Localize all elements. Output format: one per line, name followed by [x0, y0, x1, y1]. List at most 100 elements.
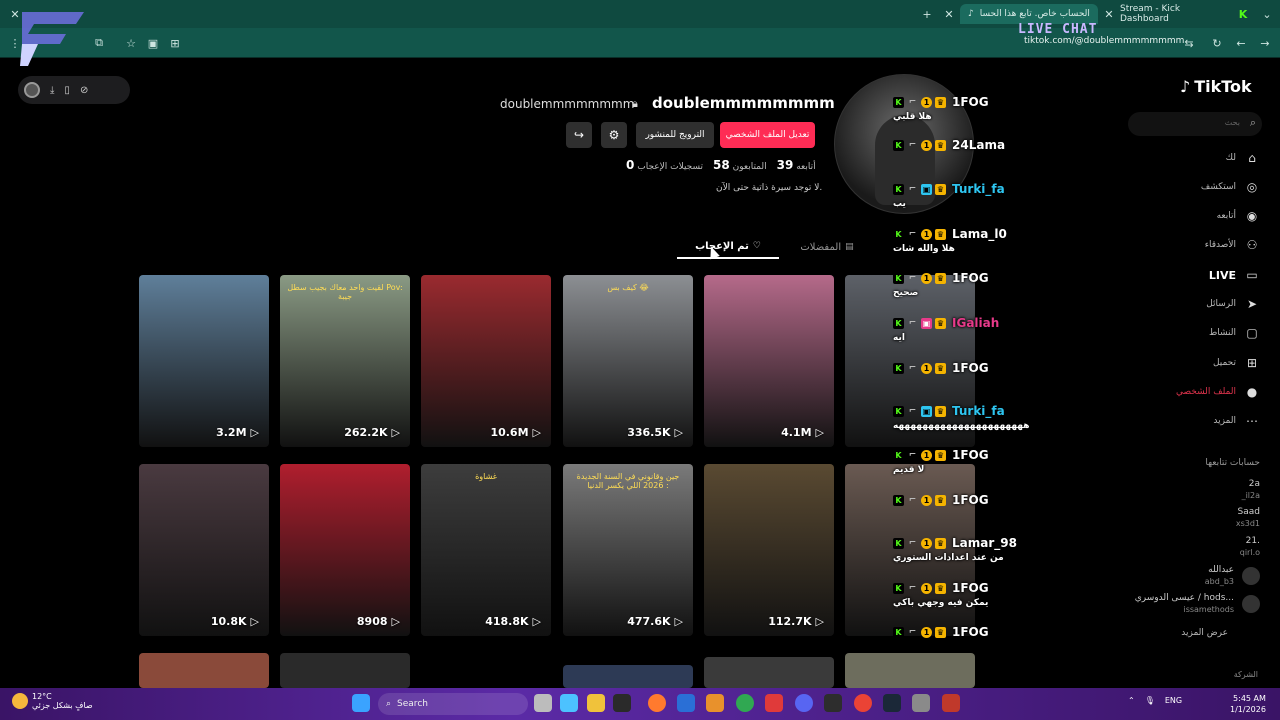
chevron-down-icon[interactable]: ⌄ [1258, 5, 1276, 23]
sidebar-item-activity[interactable]: ▢ النشاط [1209, 323, 1260, 343]
edit-profile-button[interactable]: تعديل الملف الشخصي [720, 122, 815, 148]
url-text[interactable]: tiktok.com/@doublemmmmmmmm [1024, 36, 1184, 46]
outlook-icon[interactable] [677, 694, 695, 712]
app-icon[interactable] [706, 694, 724, 712]
chat-username[interactable]: 1FOG [952, 625, 989, 639]
app-icon[interactable] [765, 694, 783, 712]
chat-username[interactable]: Lama_l0 [952, 227, 1007, 241]
sidebar-item-profile[interactable]: ● الملف الشخصي [1176, 382, 1260, 402]
sidebar-item-explore[interactable]: ◎ استكشف [1201, 177, 1260, 197]
windows-start-icon[interactable] [352, 694, 370, 712]
sidebar-item-messages[interactable]: ➤ الرسائل [1206, 294, 1260, 314]
settings-button[interactable]: ⚙ [601, 122, 627, 148]
mic-icon[interactable]: 🎙︎ [1145, 696, 1155, 705]
app-icon[interactable] [942, 694, 960, 712]
compass-icon[interactable]: ⊘ [80, 85, 88, 96]
app-icon[interactable] [912, 694, 930, 712]
video-thumbnail[interactable]: جين وقانوني في السنة الجديدة 2026 اللي ي… [563, 464, 693, 636]
chevron-up-icon[interactable]: ⌃ [1128, 696, 1135, 705]
chat-username[interactable]: 1FOG [952, 493, 989, 507]
crown-badge-icon: ♛ [935, 582, 946, 594]
video-thumbnail[interactable]: غشاوة 418.8K ▷ [421, 464, 551, 636]
close-tab-icon[interactable]: ✕ [940, 5, 958, 23]
back-icon[interactable]: → [1256, 34, 1274, 52]
promote-post-button[interactable]: الترويج للمنشور [636, 122, 714, 148]
tab-tiktok[interactable]: ♪ هذا الحساب خاص. تابع هذا الحسا [960, 4, 1098, 24]
file-explorer-icon[interactable] [587, 694, 605, 712]
chat-username[interactable]: 1FOG [952, 581, 989, 595]
following-account[interactable]: عيسى الدوسري / hods... issamethods [1135, 590, 1260, 618]
tab-liked[interactable]: تم الإعجاب ♡ [677, 235, 779, 259]
following-stat[interactable]: أتابعه 39 [777, 158, 816, 172]
avatar[interactable] [24, 82, 40, 98]
copilot-icon[interactable] [560, 694, 578, 712]
video-thumbnail[interactable] [139, 653, 269, 688]
video-thumbnail[interactable]: 3.2M ▷ [139, 275, 269, 447]
weather-widget[interactable]: 12°C صافٍ بشكل جزئي [12, 692, 93, 710]
see-more-link[interactable]: عرض المزيد [1181, 628, 1228, 638]
footer-company-link[interactable]: الشركة [1234, 670, 1258, 679]
followers-stat[interactable]: المتابعون 58 [713, 158, 767, 172]
sidebar-item-upload[interactable]: ⊞ تحميل [1213, 353, 1260, 373]
reload-icon[interactable]: ↻ [1208, 34, 1226, 52]
collections-icon[interactable]: ▣ [144, 34, 162, 52]
app-icon[interactable] [824, 694, 842, 712]
language-indicator[interactable]: ENG [1165, 696, 1182, 705]
chat-username[interactable]: 1FOG [952, 448, 989, 462]
view-count-text: 10.6M [490, 426, 529, 439]
share-icon[interactable]: ⊞ [166, 34, 184, 52]
firefox-icon[interactable] [648, 694, 666, 712]
video-thumbnail[interactable]: 112.7K ▷ [704, 464, 834, 636]
sidebar-item-following[interactable]: ◉ أتابعه [1217, 206, 1260, 226]
tab-favorites[interactable]: المفضلات ▤ [792, 235, 862, 259]
video-thumbnail[interactable]: 8908 ▷ [280, 464, 410, 636]
following-account[interactable]: عبدالله abd_b3 [1205, 562, 1260, 590]
video-thumbnail[interactable] [845, 653, 975, 688]
video-thumbnail[interactable] [563, 665, 693, 688]
sidebar-item-live[interactable]: ▭ LIVE [1209, 265, 1260, 285]
chat-username[interactable]: 1FOG [952, 95, 989, 109]
download-icon[interactable]: ⤓ [50, 85, 54, 96]
view-count-text: 336.5K [627, 426, 671, 439]
chat-username[interactable]: 24Lama [952, 138, 1005, 152]
video-thumbnail[interactable]: 10.6M ▷ [421, 275, 551, 447]
sidebar-item-friends[interactable]: ⚇ الأصدقاء [1205, 235, 1260, 255]
task-view-icon[interactable] [534, 694, 552, 712]
sidebar-item-more[interactable]: ⋯ المزيد [1213, 411, 1260, 431]
following-account[interactable]: Saad xs3d1 [1236, 504, 1260, 532]
search-placeholder: بحث [1224, 118, 1240, 127]
video-thumbnail[interactable] [280, 653, 410, 688]
browser-icon[interactable] [854, 694, 872, 712]
following-account[interactable]: 21. qirl.o [1240, 533, 1260, 561]
taskbar-clock[interactable]: 5:45 AM 1/1/2026 [1230, 693, 1266, 715]
video-thumbnail[interactable]: كيف بس 😂 336.5K ▷ [563, 275, 693, 447]
extensions-icon[interactable]: ⧉ [90, 34, 108, 52]
new-tab-icon[interactable]: + [918, 5, 936, 23]
share-profile-button[interactable]: ↪ [566, 122, 592, 148]
video-thumbnail[interactable] [704, 657, 834, 688]
sub-badge-icon: 1 [921, 626, 932, 638]
phone-icon[interactable]: ▯ [64, 85, 70, 96]
chat-username[interactable]: Turki_fa [952, 404, 1005, 418]
discord-icon[interactable] [795, 694, 813, 712]
chat-username[interactable]: IGaliah [952, 316, 999, 330]
chat-username[interactable]: 1FOG [952, 361, 989, 375]
following-account[interactable]: 2a _il2a [1242, 476, 1260, 504]
taskbar-search[interactable]: ⌕ Search [378, 693, 528, 715]
tab-kick[interactable]: Stream - Kick Dashboard [1112, 4, 1232, 24]
chat-username[interactable]: Lamar_98 [952, 536, 1017, 550]
search-icon[interactable]: ⌕ [1250, 116, 1256, 130]
chrome-icon[interactable] [736, 694, 754, 712]
video-thumbnail[interactable]: 4.1M ▷ [704, 275, 834, 447]
video-thumbnail[interactable]: لقيت واحد معاك بجيب سطل Pov: جيبة 262.2K ▷ [280, 275, 410, 447]
sidebar-item-for-you[interactable]: ⌂ لك [1226, 148, 1260, 168]
tiktok-logo[interactable]: ♪ TikTok [1180, 77, 1252, 96]
chat-username[interactable]: 1FOG [952, 271, 989, 285]
forward-icon[interactable]: ← [1232, 34, 1250, 52]
steam-icon[interactable] [883, 694, 901, 712]
star-icon[interactable]: ☆ [122, 34, 140, 52]
search-input[interactable]: بحث ⌕ [1128, 112, 1262, 136]
video-thumbnail[interactable]: 10.8K ▷ [139, 464, 269, 636]
terminal-icon[interactable] [613, 694, 631, 712]
chat-username[interactable]: Turki_fa [952, 182, 1005, 196]
